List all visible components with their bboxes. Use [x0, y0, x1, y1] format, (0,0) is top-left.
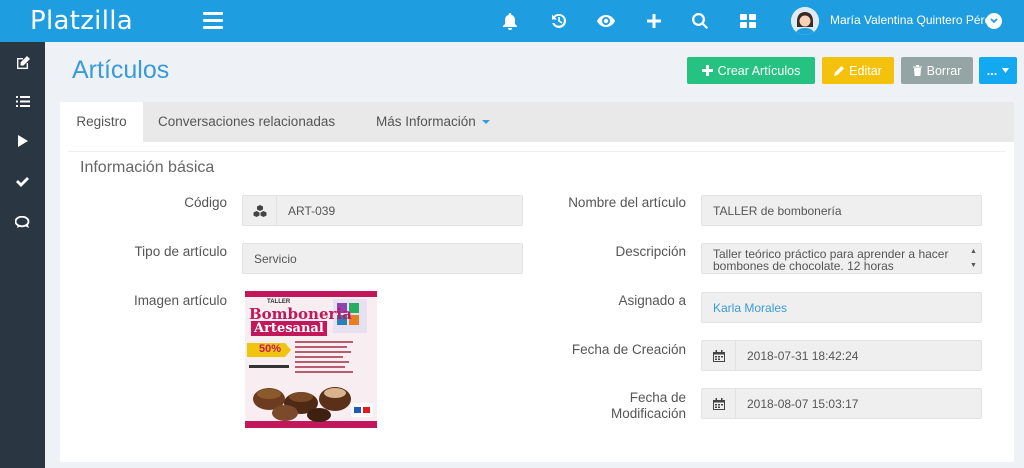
descripcion-textarea[interactable]: Taller teórico práctico para aprender a …: [701, 243, 982, 274]
edit-button[interactable]: Editar: [822, 57, 894, 84]
nombre-value: TALLER de bombonería: [713, 203, 842, 218]
fecha-creacion-label: Fecha de Creación: [571, 342, 686, 357]
nombre-field: TALLER de bombonería: [701, 195, 982, 226]
avatar[interactable]: [791, 7, 819, 35]
descripcion-label: Descripción: [615, 244, 686, 259]
plus-icon: [701, 65, 713, 76]
fecha-creacion-field: 2018-07-31 18:42:24: [701, 340, 982, 371]
brand-logo[interactable]: Platzilla: [30, 6, 133, 36]
fecha-creacion-value: 2018-07-31 18:42:24: [747, 348, 859, 363]
grid-icon[interactable]: [738, 11, 758, 31]
descripcion-value: Taller teórico práctico para aprender a …: [713, 247, 949, 273]
tipo-field: Servicio: [242, 243, 523, 274]
history-icon[interactable]: [549, 11, 569, 31]
fecha-mod-label-line2: Modificación: [610, 406, 686, 421]
codigo-value: ART-039: [288, 203, 336, 218]
tipo-value: Servicio: [254, 251, 297, 266]
imagen-label: Imagen artículo: [133, 293, 227, 308]
chevron-down-icon[interactable]: [986, 13, 1002, 29]
eye-icon[interactable]: [596, 11, 616, 31]
create-article-button[interactable]: Crear Artículos: [687, 57, 815, 84]
user-name[interactable]: María Valentina Quintero Pérez: [830, 13, 997, 27]
plus-icon[interactable]: [644, 11, 664, 31]
asignado-link[interactable]: Karla Morales: [702, 301, 787, 315]
tab-label: Conversaciones relacionadas: [158, 114, 336, 129]
hamburger-menu-icon[interactable]: [203, 12, 223, 30]
chat-icon[interactable]: [0, 202, 45, 242]
tab-mas-informacion[interactable]: Más Información: [376, 102, 490, 142]
top-bar: Platzilla María Valentina Quintero Pérez: [0, 0, 1024, 42]
tab-registro[interactable]: Registro: [60, 102, 143, 142]
poster-title-line2: Artesanal: [251, 321, 327, 336]
tab-bar: Registro Conversaciones relacionadas Más…: [60, 102, 1014, 142]
cubes-icon: [243, 196, 277, 225]
bell-icon[interactable]: [500, 11, 520, 31]
article-image: TALLER Bomboneria Artesanal 50%: [245, 291, 377, 428]
list-icon[interactable]: [0, 81, 45, 121]
tab-label: Más Información: [376, 114, 476, 129]
tab-label: Registro: [76, 114, 127, 129]
fecha-mod-label: Fecha de Modificación: [611, 390, 686, 422]
divider: [68, 151, 1006, 152]
edit-label: Editar: [849, 63, 882, 78]
check-icon[interactable]: [0, 162, 45, 202]
codigo-label: Código: [184, 195, 227, 210]
delete-button[interactable]: Borrar: [901, 57, 973, 84]
sidebar: [0, 42, 45, 468]
textarea-scrollbar[interactable]: ▲ ▼: [970, 246, 978, 272]
trash-icon: [912, 65, 922, 76]
calendar-icon: [702, 389, 736, 418]
caret-down-icon: [481, 120, 490, 125]
play-icon[interactable]: [0, 121, 45, 161]
poster-discount: 50%: [259, 343, 282, 355]
codigo-field: ART-039: [242, 195, 523, 226]
fecha-mod-label-line1: Fecha de: [629, 390, 686, 405]
pencil-icon: [834, 65, 845, 76]
delete-label: Borrar: [926, 63, 962, 78]
asignado-label: Asignado a: [618, 293, 686, 308]
search-icon[interactable]: [690, 11, 710, 31]
fecha-mod-value: 2018-08-07 15:03:17: [747, 396, 859, 411]
fecha-mod-field: 2018-08-07 15:03:17: [701, 388, 982, 419]
more-actions-button[interactable]: ...: [979, 57, 1017, 84]
tipo-label: Tipo de artículo: [134, 244, 227, 259]
tab-conversaciones[interactable]: Conversaciones relacionadas: [158, 102, 335, 142]
calendar-icon: [702, 341, 736, 370]
section-title: Información básica: [80, 159, 215, 176]
asignado-field: Karla Morales: [701, 292, 982, 323]
more-actions-label: ...: [986, 63, 998, 78]
nombre-label: Nombre del artículo: [568, 195, 686, 210]
page-title: Artículos: [72, 56, 170, 84]
edit-icon[interactable]: [0, 42, 45, 82]
chevron-down-icon: [1002, 68, 1010, 73]
record-card: Registro Conversaciones relacionadas Más…: [60, 102, 1014, 462]
create-article-label: Crear Artículos: [717, 63, 801, 78]
